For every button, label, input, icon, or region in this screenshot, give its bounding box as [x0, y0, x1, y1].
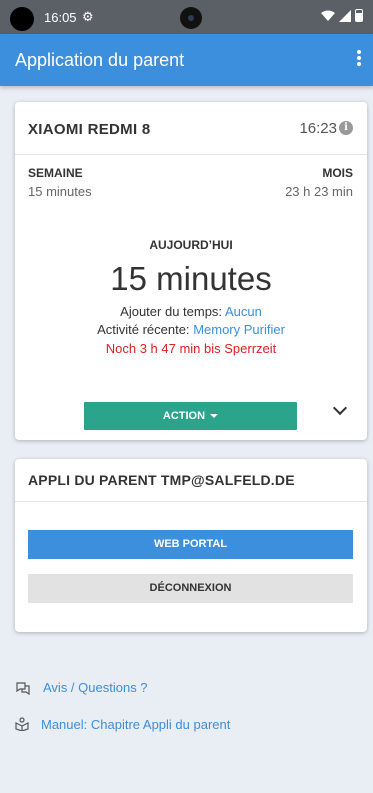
week-label: SEMAINE: [28, 166, 83, 180]
logout-button[interactable]: DÉCONNEXION: [28, 574, 353, 603]
chat-icon: [16, 682, 30, 695]
camera-cutout: [10, 7, 34, 31]
app-title: Application du parent: [15, 50, 185, 70]
book-icon: [15, 717, 29, 731]
today-value: 15 minutes: [110, 260, 272, 297]
overflow-menu-icon[interactable]: [355, 48, 363, 72]
parent-card-title: APPLI DU PARENT TMP@SALFELD.DE: [28, 472, 295, 488]
divider: [15, 501, 367, 502]
recent-activity-row: Activité récente: Memory Purifier: [15, 322, 367, 337]
add-time-link[interactable]: Aucun: [225, 304, 262, 319]
recent-activity-label: Activité récente:: [97, 322, 190, 337]
month-label: MOIS: [322, 166, 353, 180]
week-value: 15 minutes: [28, 184, 92, 199]
add-time-label: Ajouter du temps:: [120, 304, 223, 319]
month-value: 23 h 23 min: [285, 184, 353, 199]
today-label: AUJOURD’HUI: [149, 238, 233, 252]
signal-icon: [339, 9, 351, 22]
front-camera: [180, 7, 202, 29]
add-time-row: Ajouter du temps: Aucun: [15, 304, 367, 319]
battery-icon: [355, 9, 363, 22]
status-bar: 16:05 ⚙: [0, 0, 373, 34]
web-portal-button[interactable]: WEB PORTAL: [28, 530, 353, 559]
app-bar: Application du parent: [0, 34, 373, 86]
chevron-down-icon[interactable]: [332, 400, 348, 416]
manual-link-label: Manuel: Chapitre Appli du parent: [41, 717, 231, 732]
action-button[interactable]: ACTION: [84, 402, 297, 430]
recent-activity-link[interactable]: Memory Purifier: [193, 322, 285, 337]
wifi-icon: [321, 10, 335, 21]
settings-gear-icon: ⚙: [82, 9, 94, 24]
status-time: 16:05: [44, 10, 77, 25]
caret-down-icon: [210, 414, 219, 419]
last-sync-time: 16:23: [299, 120, 337, 137]
feedback-link-label: Avis / Questions ?: [43, 680, 148, 695]
action-button-label: ACTION: [162, 410, 206, 422]
device-card: XIAOMI REDMI 8 16:23 i SEMAINE 15 minute…: [15, 102, 367, 440]
status-icons: [321, 9, 363, 22]
lock-notice: Noch 3 h 47 min bis Sperrzeit: [105, 341, 277, 356]
device-name: XIAOMI REDMI 8: [28, 121, 151, 138]
info-icon[interactable]: i: [339, 121, 353, 135]
divider: [15, 154, 367, 155]
parent-card: APPLI DU PARENT TMP@SALFELD.DE WEB PORTA…: [15, 459, 367, 632]
